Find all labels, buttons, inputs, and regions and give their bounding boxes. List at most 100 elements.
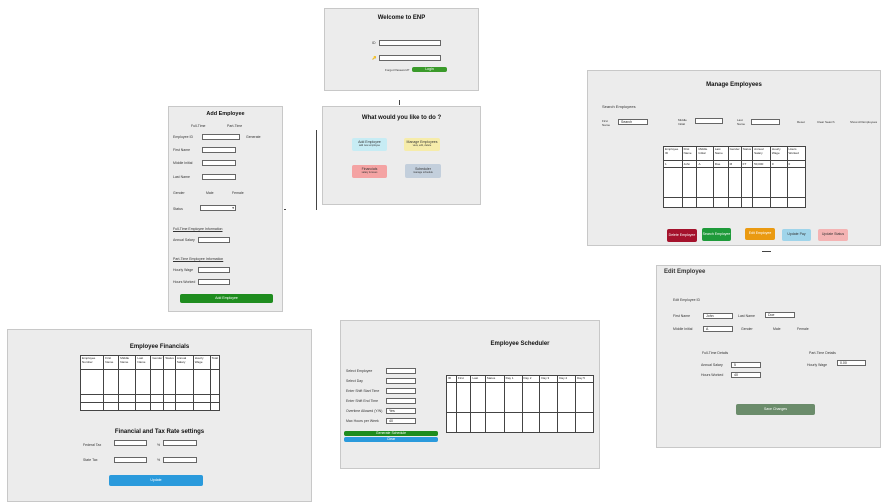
search-label: First Name [602, 119, 611, 127]
gender-label: Gender [741, 327, 753, 331]
state-tax-input[interactable] [114, 457, 147, 463]
parttime-section-heading: Part-Time Details [809, 351, 836, 355]
middle-initial-label: Middle Initial [673, 327, 693, 331]
select-employee-input[interactable] [386, 368, 416, 374]
password-input[interactable] [379, 55, 441, 61]
column-header: Status [740, 146, 754, 161]
menu-scheduler-button[interactable]: Scheduler manage schedule [405, 164, 441, 178]
menu-manage-employees-button[interactable]: Manage Employees view, edit, delete [404, 138, 440, 151]
scheduler-label: Enter Shift Start Time [346, 389, 380, 393]
column-header: Gender [727, 146, 742, 161]
middle-initial-input[interactable]: A [703, 326, 733, 332]
first-name-input[interactable]: John [703, 313, 733, 319]
table-row[interactable] [663, 167, 807, 198]
last-name-input[interactable]: Doe [765, 312, 795, 318]
key-icon: 🔑 [372, 56, 377, 60]
overtime-input[interactable]: Yes [386, 408, 416, 414]
add-employee-button[interactable]: Add Employee [180, 294, 273, 303]
forgot-password-link[interactable]: Forgot Password? [385, 68, 409, 72]
employee-id-input[interactable] [202, 134, 240, 140]
update-status-button[interactable]: Update Status [818, 229, 848, 241]
state-tax-label: State Tax [83, 458, 98, 462]
hourly-wage-label: Hourly Wage [173, 268, 194, 272]
table-row[interactable]: 1 John A Doe M FT 50,000 0 0 [663, 160, 807, 168]
ft-hours-input[interactable]: 40 [731, 372, 761, 378]
search-label: Middle Initial [678, 118, 687, 126]
status-select[interactable]: ▾ [200, 205, 236, 211]
search-employee-button[interactable]: Search Employee [702, 228, 731, 241]
parttime-radio[interactable]: Part-Time [227, 124, 242, 128]
table-row[interactable] [79, 402, 221, 411]
clear-search-button[interactable]: Clear Search [817, 120, 835, 124]
table-row[interactable] [79, 369, 221, 395]
gender-male-radio[interactable]: Male [206, 191, 214, 195]
table-header-row: ID First Last Status Day 1 Day 2 Day 3 D… [446, 375, 594, 383]
edit-employee-button[interactable]: Edit Employee [745, 228, 775, 240]
ft-salary-input[interactable]: 5 [731, 362, 761, 368]
show-all-button[interactable]: Show All Employees [850, 120, 877, 124]
search-heading: Search Employees [602, 104, 636, 109]
table-cell: 0 [769, 160, 788, 168]
column-header: Last [470, 375, 486, 383]
table-row[interactable] [446, 412, 594, 433]
login-button[interactable]: Login [412, 67, 447, 72]
welcome-title: Welcome to ENP [377, 15, 426, 21]
column-header: Status [484, 375, 505, 383]
reset-button[interactable]: Reset [797, 120, 805, 124]
select-day-input[interactable] [386, 378, 416, 384]
middle-initial-search-input[interactable] [695, 118, 723, 124]
last-name-search-input[interactable] [751, 119, 780, 125]
middle-initial-input[interactable] [202, 160, 236, 166]
update-financials-button[interactable]: Update [109, 475, 203, 486]
federal-tax-input[interactable] [114, 440, 147, 446]
id-input[interactable] [379, 40, 441, 46]
first-name-search-input[interactable]: Search [618, 119, 648, 125]
add-employee-title: Add Employee [206, 111, 245, 117]
fulltime-radio[interactable]: Full-Time [191, 124, 205, 128]
gender-female-radio[interactable]: Female [232, 191, 244, 195]
table-row[interactable] [446, 382, 594, 413]
menu-option-sub: manage schedule [413, 170, 433, 174]
edit-employee-panel: Edit Employee Edit Employee ID First Nam… [656, 265, 881, 448]
pt-wage-input[interactable]: 0.00 [837, 360, 866, 366]
financials-title: Employee Financials [129, 344, 190, 350]
male-radio[interactable]: Male [773, 327, 781, 331]
column-header: First Name [103, 355, 120, 370]
menu-add-employee-button[interactable]: Add Employee add new employee [352, 138, 387, 151]
field-label: Last Name [173, 175, 190, 179]
update-pay-button[interactable]: Update Pay [782, 229, 811, 241]
delete-employee-button[interactable]: Delete Employee [667, 229, 697, 242]
shift-end-input[interactable] [386, 398, 416, 404]
column-header: Middle Name [118, 355, 137, 370]
edit-id-label: Edit Employee ID [673, 298, 701, 302]
first-name-input[interactable] [202, 147, 236, 153]
welcome-panel: Welcome to ENP ID 🔑 Forgot Password? Log… [324, 8, 479, 91]
table-cell: 0 [786, 160, 807, 168]
last-name-input[interactable] [202, 174, 236, 180]
annual-salary-label: Annual Salary [173, 238, 195, 242]
menu-option-sub: salary & taxes [361, 171, 378, 175]
table-row[interactable] [79, 394, 221, 403]
generate-schedule-button[interactable]: Generate Schedule [344, 431, 438, 436]
edit-employee-title: Edit Employee [664, 269, 706, 275]
hours-worked-label: Hours Worked [173, 280, 196, 284]
hourly-wage-input[interactable] [198, 267, 230, 273]
save-changes-button[interactable]: Save Changes [736, 404, 815, 415]
clear-schedule-button[interactable]: Clear [344, 437, 438, 442]
table-row[interactable] [663, 197, 807, 208]
generate-button[interactable]: Generate [246, 135, 261, 139]
scheduler-title: Employee Scheduler [490, 341, 550, 347]
scheduler-label: Select Employee [346, 369, 373, 373]
federal-tax-value-input[interactable] [163, 440, 197, 446]
search-label: Last Name [737, 118, 746, 126]
menu-financials-button[interactable]: Financials salary & taxes [352, 165, 387, 178]
hours-worked-input[interactable] [198, 279, 230, 285]
female-radio[interactable]: Female [797, 327, 809, 331]
max-hours-input[interactable]: 40 [386, 418, 416, 424]
connector-line [316, 130, 317, 210]
scheduler-panel: Employee Scheduler Select Employee Selec… [340, 320, 600, 469]
state-tax-value-input[interactable] [163, 457, 197, 463]
parttime-section-heading: Part-Time Employee Information [173, 257, 224, 261]
annual-salary-input[interactable] [198, 237, 230, 243]
shift-start-input[interactable] [386, 388, 416, 394]
